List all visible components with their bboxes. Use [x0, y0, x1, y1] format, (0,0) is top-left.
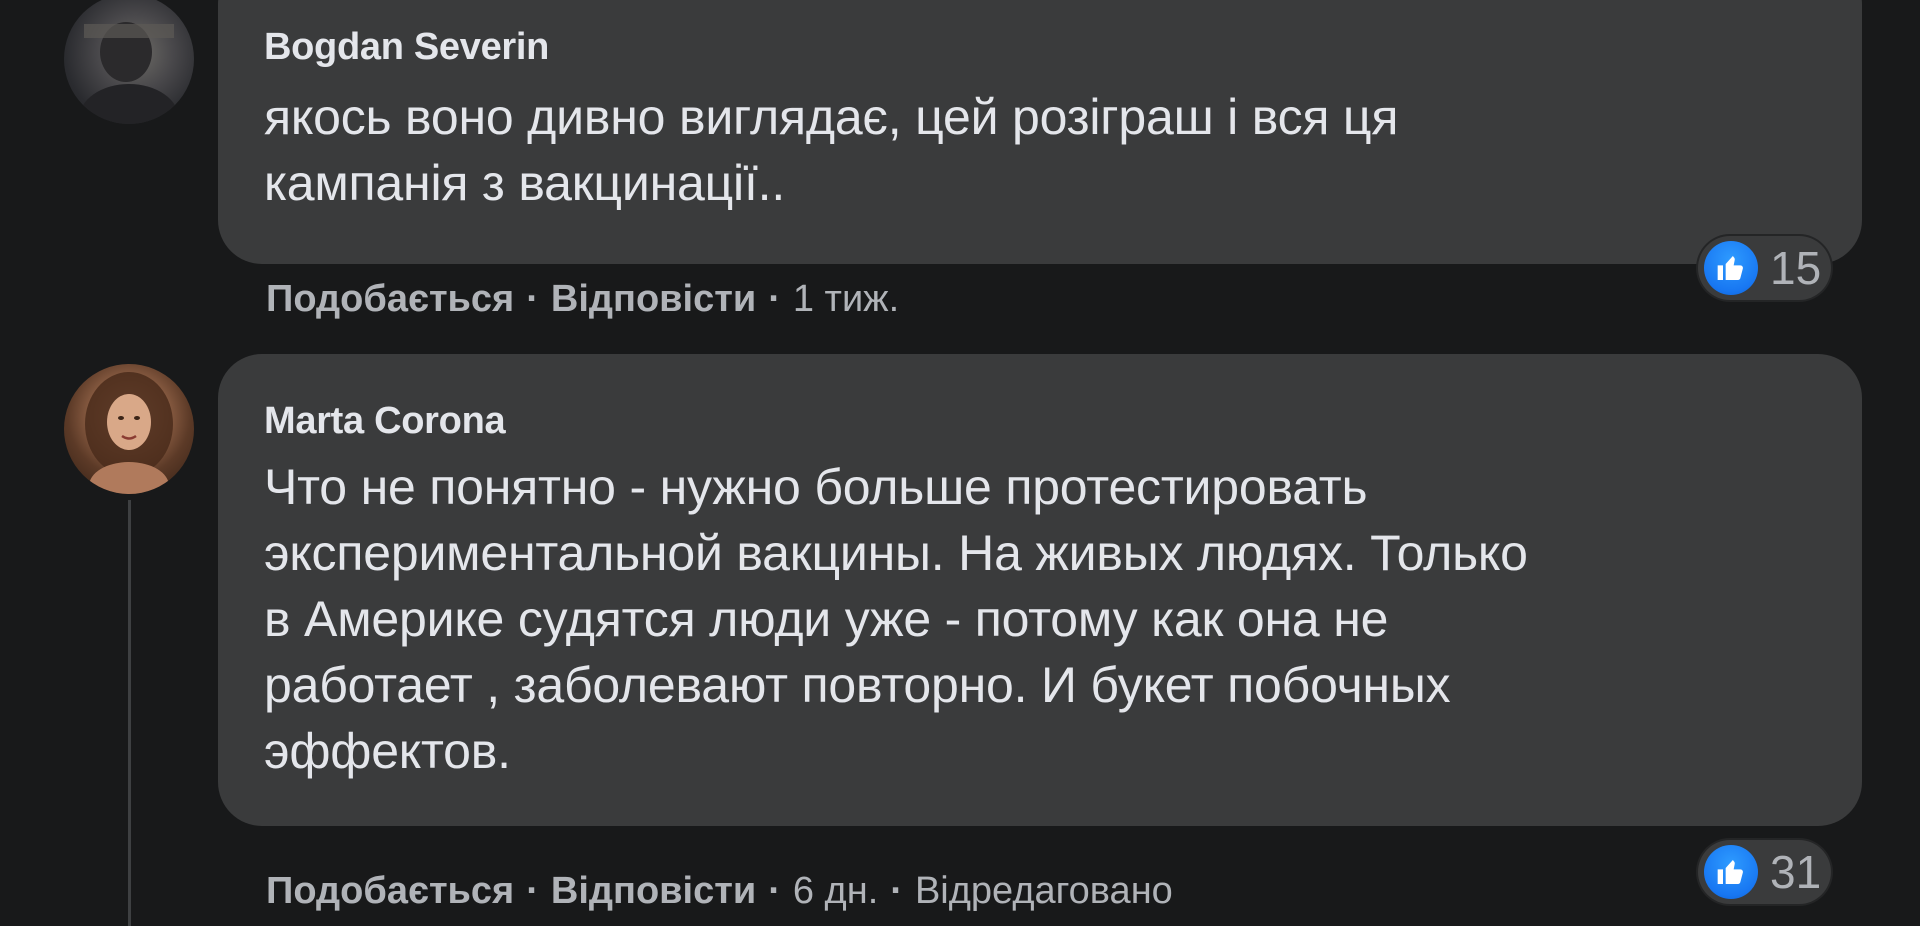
- comment-text-line: экспериментальной вакцины. На живых людя…: [264, 525, 1528, 581]
- separator: ·: [768, 870, 781, 912]
- timestamp-link[interactable]: 6 дн.: [793, 870, 878, 913]
- like-button[interactable]: Подобається: [266, 278, 514, 321]
- comment-text: Что не понятно - нужно больше протестиро…: [264, 454, 1822, 784]
- separator: ·: [526, 870, 539, 912]
- edited-label[interactable]: Відредаговано: [915, 870, 1173, 913]
- timestamp-link[interactable]: 1 тиж.: [793, 278, 899, 321]
- reply-button[interactable]: Відповісти: [551, 870, 756, 913]
- comment-text-line: кампанія з вакцинації..: [264, 155, 786, 211]
- comment-author[interactable]: Bogdan Severin: [264, 24, 1822, 70]
- comment-text-line: работает , заболевают повторно. И букет …: [264, 657, 1451, 713]
- avatar-bogdan-severin[interactable]: [64, 0, 194, 124]
- comments-panel: Bogdan Severin якось воно дивно виглядає…: [0, 0, 1920, 926]
- reply-button[interactable]: Відповісти: [551, 278, 756, 321]
- like-icon: [1704, 845, 1758, 899]
- reaction-summary[interactable]: 15: [1698, 236, 1832, 300]
- comment-author[interactable]: Marta Corona: [264, 398, 1822, 444]
- separator: ·: [526, 278, 539, 320]
- reaction-count: 31: [1770, 846, 1822, 898]
- comment-text-line: эффектов.: [264, 723, 511, 779]
- comment-text: якось воно дивно виглядає, цей розіграш …: [264, 84, 1822, 216]
- separator: ·: [890, 870, 903, 912]
- like-button[interactable]: Подобається: [266, 870, 514, 913]
- comment-bubble-bogdan: Bogdan Severin якось воно дивно виглядає…: [218, 0, 1862, 264]
- comment-bubble-marta: Marta Corona Что не понятно - нужно боль…: [218, 354, 1862, 826]
- separator: ·: [768, 278, 781, 320]
- comment-actions: Подобається · Відповісти · 1 тиж.: [266, 278, 899, 321]
- reaction-count: 15: [1770, 242, 1822, 294]
- user-photo-icon: [79, 22, 179, 124]
- comment-text-line: якось воно дивно виглядає, цей розіграш …: [264, 89, 1399, 145]
- user-photo-icon: [85, 372, 173, 494]
- avatar-marta-corona[interactable]: [64, 364, 194, 494]
- comment-text-line: в Америке судятся люди уже - потому как …: [264, 591, 1389, 647]
- reaction-summary[interactable]: 31: [1698, 840, 1832, 904]
- comment-text-line: Что не понятно - нужно больше протестиро…: [264, 459, 1368, 515]
- reply-thread-line: [128, 500, 131, 926]
- comment-actions: Подобається · Відповісти · 6 дн. · Відре…: [266, 870, 1173, 913]
- like-icon: [1704, 241, 1758, 295]
